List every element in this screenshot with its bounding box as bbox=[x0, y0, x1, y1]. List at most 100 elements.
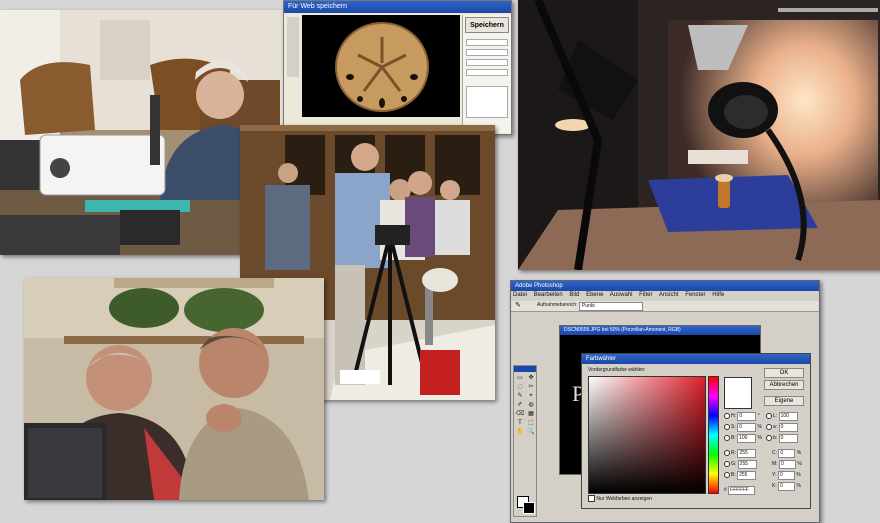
web-only-label: Nur Webfarben anzeigen bbox=[596, 495, 652, 502]
ok-button-label: OK bbox=[779, 370, 789, 376]
color-mode-radio[interactable] bbox=[724, 471, 730, 478]
save-button-label: Speichern bbox=[470, 22, 504, 29]
color-mode-radio[interactable] bbox=[724, 423, 730, 430]
color-mode-radio[interactable] bbox=[766, 434, 772, 441]
photo-two-men-laptop-art bbox=[24, 278, 324, 500]
color-value-field[interactable]: 255 bbox=[737, 460, 757, 469]
screenshot-photoshop: Adobe Photoshop Datei Bearbeiten Bild Eb… bbox=[510, 280, 820, 523]
color-mode-radio[interactable] bbox=[724, 460, 730, 467]
tool-icon[interactable]: ◌ bbox=[515, 383, 525, 391]
tool-icon[interactable]: ⬚ bbox=[526, 419, 536, 427]
lab-cmyk-fields: L: 100 a: 0 b: 0 C: 0 % M: 0 % Y: 0 % K: 0 % bbox=[766, 412, 808, 493]
tool-icon[interactable]: ◍ bbox=[526, 401, 536, 409]
photo-studio-lamps bbox=[518, 0, 880, 270]
color-value-row: S: 0 % bbox=[724, 423, 764, 434]
color-field[interactable] bbox=[588, 376, 706, 494]
cmyk-value-row: M: 0 % bbox=[766, 460, 808, 471]
lab-value-field[interactable]: 0 bbox=[778, 423, 798, 432]
color-mode-radio[interactable] bbox=[724, 449, 730, 456]
custom-colors-label: Eigene bbox=[774, 398, 794, 404]
cmyk-value-field[interactable]: 0 bbox=[777, 471, 795, 480]
cmyk-value-field[interactable]: 0 bbox=[778, 460, 796, 469]
color-mode-radio[interactable] bbox=[766, 423, 772, 430]
cmyk-value-unit: % bbox=[796, 472, 801, 478]
cmyk-value-row: K: 0 % bbox=[766, 482, 808, 493]
menu-fenster[interactable]: Fenster bbox=[685, 292, 705, 298]
save-button[interactable]: Speichern bbox=[465, 17, 509, 33]
color-value-field[interactable]: 255 bbox=[737, 449, 757, 458]
color-mode-radio[interactable] bbox=[724, 412, 730, 419]
save-panel: Speichern bbox=[462, 15, 511, 133]
hue-slider[interactable] bbox=[708, 376, 719, 494]
menu-bearbeiten[interactable]: Bearbeiten bbox=[534, 292, 563, 298]
lab-value-row: a: 0 bbox=[766, 423, 808, 434]
color-value-field[interactable]: 255 bbox=[737, 471, 757, 480]
custom-colors-button[interactable]: Eigene bbox=[764, 396, 804, 406]
color-value-unit: % bbox=[757, 424, 762, 430]
document-title: DSCN0505.JPG bei 50% (Porzellan-Amonent,… bbox=[560, 326, 760, 335]
cmyk-value-field[interactable]: 0 bbox=[778, 482, 796, 491]
sand-dollar-image bbox=[335, 22, 429, 112]
color-value-field[interactable]: 0 bbox=[737, 412, 757, 421]
lab-value-row: b: 0 bbox=[766, 434, 808, 445]
tool-icon[interactable]: ▭ bbox=[515, 374, 525, 382]
menu-filter[interactable]: Filter bbox=[639, 292, 652, 298]
color-value-row: H: 0 ° bbox=[724, 412, 764, 423]
tool-icon[interactable]: ▦ bbox=[526, 410, 536, 418]
tool-icon[interactable]: ⌫ bbox=[515, 410, 525, 418]
photoshop-menubar: Datei Bearbeiten Bild Ebene Auswahl Filt… bbox=[513, 291, 724, 300]
lab-value-field[interactable]: 100 bbox=[778, 412, 798, 421]
menu-datei[interactable]: Datei bbox=[513, 292, 527, 298]
color-value-field[interactable]: 100 bbox=[737, 434, 757, 443]
menu-ansicht[interactable]: Ansicht bbox=[659, 292, 679, 298]
tool-icon[interactable]: 🔍 bbox=[526, 428, 536, 436]
hex-field[interactable]: FFFFFF bbox=[728, 486, 756, 495]
tool-icon[interactable]: ⌖ bbox=[526, 392, 536, 400]
settings-rows bbox=[466, 39, 508, 118]
menu-bild[interactable]: Bild bbox=[569, 292, 579, 298]
color-mode-radio[interactable] bbox=[766, 412, 772, 419]
tool-icon[interactable]: ✂ bbox=[526, 383, 536, 391]
photo-two-men-laptop bbox=[24, 278, 324, 500]
color-value-unit: % bbox=[757, 435, 762, 441]
cmyk-value-label: M: bbox=[772, 461, 778, 467]
screenshot-save-for-web: Für Web speichern Speichern bbox=[283, 0, 512, 135]
cmyk-value-unit: % bbox=[796, 450, 802, 456]
tool-icon[interactable]: ✋ bbox=[515, 428, 525, 436]
color-picker-title: Farbwähler bbox=[582, 354, 810, 364]
lab-value-row: L: 100 bbox=[766, 412, 808, 423]
cmyk-value-unit: % bbox=[796, 483, 801, 489]
lab-value-label: L: bbox=[773, 413, 778, 419]
lab-value-field[interactable]: 0 bbox=[778, 434, 798, 443]
tool-icon[interactable]: T bbox=[515, 419, 525, 427]
tool-icon[interactable]: ✐ bbox=[515, 401, 525, 409]
lab-value-label: a: bbox=[773, 424, 778, 430]
menu-ebene[interactable]: Ebene bbox=[586, 292, 603, 298]
tool-icon[interactable]: ✎ bbox=[515, 392, 525, 400]
hsb-rgb-fields: H: 0 ° S: 0 % B: 100 % R: 255 G: 255 B: 255 bbox=[724, 412, 764, 482]
menu-hilfe[interactable]: Hilfe bbox=[712, 292, 724, 298]
cmyk-value-field[interactable]: 0 bbox=[778, 449, 796, 458]
cancel-button[interactable]: Abbrechen bbox=[764, 380, 804, 390]
sample-size-label: Aufnahmebereich: bbox=[537, 302, 578, 308]
background-swatch[interactable] bbox=[523, 502, 535, 514]
photo-studio-lamps-art bbox=[518, 0, 880, 270]
dialog-toolbar bbox=[287, 17, 299, 77]
sample-size-select[interactable]: Punkt bbox=[579, 302, 643, 311]
color-value-field[interactable]: 0 bbox=[737, 423, 757, 432]
cmyk-value-label: Y: bbox=[772, 472, 777, 478]
tool-icon[interactable]: ✥ bbox=[526, 374, 536, 382]
cancel-button-label: Abbrechen bbox=[769, 382, 799, 388]
web-only-checkbox[interactable] bbox=[588, 495, 595, 502]
color-value-row: B: 100 % bbox=[724, 434, 764, 445]
cmyk-value-label: C: bbox=[772, 450, 777, 456]
color-picker-prompt: Vordergrundfarbe wählen: bbox=[588, 367, 646, 373]
hex-row: # FFFFFF bbox=[724, 486, 756, 495]
menu-auswahl[interactable]: Auswahl bbox=[610, 292, 633, 298]
color-value-label: B: bbox=[731, 472, 736, 478]
ok-button[interactable]: OK bbox=[764, 368, 804, 378]
cmyk-value-row: Y: 0 % bbox=[766, 471, 808, 482]
lab-value-label: b: bbox=[773, 435, 778, 441]
color-mode-radio[interactable] bbox=[724, 434, 730, 441]
save-dialog-title: Für Web speichern bbox=[284, 1, 511, 13]
